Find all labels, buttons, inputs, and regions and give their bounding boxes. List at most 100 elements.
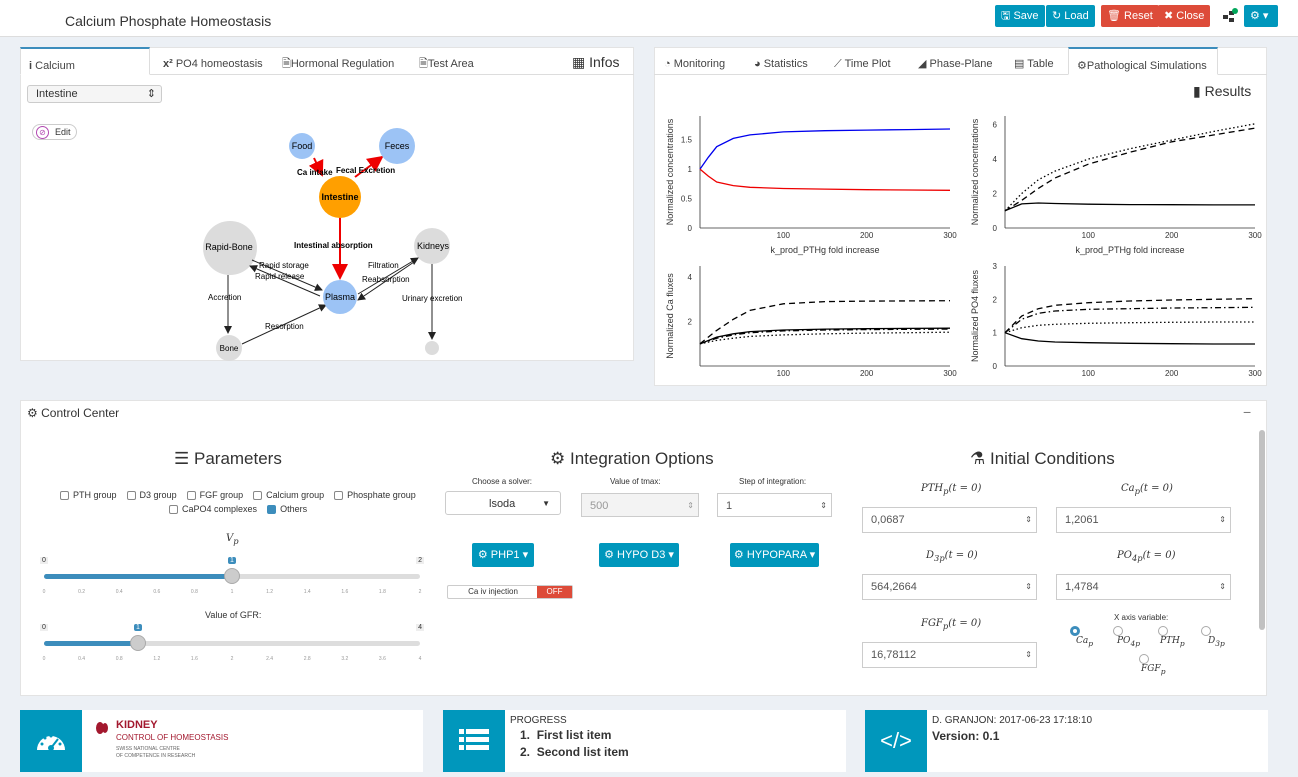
results-charts: 100 200 30000.511.5k_prod_PTHg fold increa…: [665, 116, 1262, 378]
step-input[interactable]: 1 ⇕: [717, 493, 832, 517]
slider-handle[interactable]: [130, 635, 146, 651]
checkbox-fgf-group[interactable]: FGF group: [186, 490, 243, 501]
radio-fgf-p-label: FGFp: [1141, 664, 1166, 676]
gear-icon: ⚙: [477, 549, 488, 561]
hypopara-button[interactable]: ⚙ HYPOPARA ▾: [730, 543, 819, 567]
settings-dropdown-button[interactable]: ⚙ ▾: [1244, 5, 1278, 27]
radio-d3-p[interactable]: [1201, 626, 1211, 636]
slider-gfr-label: Value of GFR:: [205, 610, 262, 620]
tab-table[interactable]: ▤ Table: [1006, 47, 1062, 75]
slider-tick: 0: [42, 656, 46, 662]
checkbox-phosphate-group[interactable]: Phosphate group: [334, 490, 416, 501]
edge-reabsorption: Reabsorption: [362, 275, 410, 284]
group-checkboxes-row2: CaPO4 complexes Others: [169, 504, 307, 515]
progress-item-2: 2. Second list item: [520, 745, 629, 759]
organ-select[interactable]: Intestine ⇕: [27, 85, 162, 103]
chart-1-y-tick: 6: [993, 121, 998, 130]
edge-resorption: Resorption: [265, 322, 304, 331]
xaxis-variable-label: X axis variable:: [1114, 613, 1169, 622]
chart-2-x-tick: 200: [860, 369, 874, 378]
spinner-icon: ⇕: [820, 501, 827, 510]
radio-fgf-p[interactable]: [1139, 654, 1149, 664]
label-plasma: Plasma: [325, 292, 355, 302]
integration-options-title: ⚙ Integration Options: [550, 449, 714, 468]
radio-pth-p[interactable]: [1158, 626, 1168, 636]
slider-handle[interactable]: [224, 568, 240, 584]
chart-1-x-tick: 300: [1248, 231, 1262, 240]
flask-icon: ⚗: [970, 449, 986, 468]
kidney-logo-icon: [95, 720, 109, 736]
checkbox-calcium-group[interactable]: Calcium group: [253, 490, 324, 501]
slider-fill: [44, 641, 138, 646]
sliders-icon: ☰: [174, 449, 190, 468]
tab-po4-homeostasis[interactable]: x² PO4 homeostasis: [155, 47, 271, 75]
chart-1-series-0: [1004, 202, 1255, 212]
edge-fecal-excretion: Fecal Excretion: [336, 166, 395, 175]
solver-select[interactable]: lsoda ▼: [445, 491, 561, 515]
save-button[interactable]: 🖫 Save: [995, 5, 1045, 27]
dashboard-icon: ◔: [664, 58, 671, 70]
scrollbar[interactable]: [1259, 430, 1265, 630]
tab-pathological-simulations[interactable]: ⚙Pathological Simulations: [1068, 47, 1218, 75]
ca-input[interactable]: 1,2061 ⇕: [1056, 507, 1231, 533]
collapse-button[interactable]: −: [1243, 404, 1251, 420]
tab-monitoring[interactable]: ◔ Monitoring: [656, 47, 733, 75]
slider-tick: 0.4: [115, 589, 123, 595]
chart-0-ylabel: Normalized concentrations: [665, 118, 675, 225]
network-status-icon[interactable]: [1222, 8, 1238, 24]
ca-iv-injection-toggle[interactable]: Ca iv injection OFF: [447, 585, 573, 599]
chart-2-series-0: [699, 300, 951, 345]
chart-1-y-tick: 0: [993, 224, 998, 233]
node-urine[interactable]: [425, 341, 439, 355]
edit-button[interactable]: ⊘ Edit: [32, 124, 77, 140]
cogs-icon: ⚙: [550, 449, 566, 468]
tmax-input[interactable]: 500 ⇕: [581, 493, 699, 517]
dashboard-icon-box: [20, 710, 82, 772]
label-kidneys: Kidneys: [417, 241, 450, 251]
checkbox-pth-group[interactable]: PTH group: [60, 490, 117, 501]
pie-chart-icon: ◕: [754, 58, 761, 70]
app-title: Calcium Phosphate Homeostasis: [65, 13, 272, 29]
parameters-title: ☰ Parameters: [174, 449, 282, 468]
radio-po4-p[interactable]: [1113, 626, 1123, 636]
dashboard-icon: [37, 734, 65, 751]
checkbox-others[interactable]: Others: [267, 504, 307, 515]
po4-label: PO4p(t = 0): [1117, 550, 1176, 563]
chart-2-series-3: [699, 331, 951, 345]
chart-3-series-2: [1004, 306, 1256, 334]
po4-input[interactable]: 1,4784 ⇕: [1056, 574, 1231, 600]
logo-line3: SWISS NATIONAL CENTRE: [116, 746, 180, 752]
php1-button[interactable]: ⚙ PHP1 ▾: [472, 543, 534, 567]
reset-button[interactable]: 🗑 Reset: [1101, 5, 1159, 27]
tab-test-area[interactable]: 🗎Test Area: [411, 47, 482, 75]
pth-input[interactable]: 0,0687 ⇕: [862, 507, 1037, 533]
chart-0-x-tick: 100: [777, 231, 791, 240]
hypo-d3-button[interactable]: ⚙ HYPO D3 ▾: [599, 543, 679, 567]
file-icon: 🗎: [419, 58, 428, 70]
spinner-icon: ⇕: [1025, 582, 1032, 591]
tab-time-plot[interactable]: ⟋ Time Plot: [826, 47, 899, 75]
load-button[interactable]: ↻ Load: [1046, 5, 1095, 27]
checkbox-d3-group[interactable]: D3 group: [126, 490, 177, 501]
step-label: Step of integration:: [739, 477, 807, 486]
chart-1-series-2: [1004, 123, 1256, 212]
slider-tick: 0.8: [190, 589, 198, 595]
close-button[interactable]: ✖ Close: [1158, 5, 1211, 27]
fgf-input[interactable]: 16,78112 ⇕: [862, 642, 1037, 668]
radio-ca-p[interactable]: [1070, 626, 1080, 636]
slider-tick: 2: [230, 656, 234, 662]
d3-input[interactable]: 564,2664 ⇕: [862, 574, 1037, 600]
spinner-icon: ⇕: [1219, 515, 1226, 524]
tab-hormonal-regulation[interactable]: 🗎Hormonal Regulation: [274, 47, 402, 75]
list-icon: ▮: [1193, 83, 1201, 99]
chart-3-y-tick: 1: [993, 329, 998, 338]
tab-statistics[interactable]: ◕ Statistics: [746, 47, 816, 75]
ca-label: Cap(t = 0): [1121, 483, 1173, 496]
chart-3-series-3: [1004, 321, 1255, 334]
tab-calcium-homeostasis[interactable]: i Calcium Homeostasis: [20, 47, 150, 106]
slider-vp[interactable]: 0 2 1 0 0.2 0.4 0.6 0.8 1 1.2 1.4 1.6 1.8 2: [40, 557, 424, 601]
checkbox-capo4-complexes[interactable]: CaPO4 complexes: [169, 504, 257, 515]
edge-urinary-excretion: Urinary excretion: [402, 294, 462, 303]
slider-gfr[interactable]: 0 4 1 0 0.4 0.8 1.2 1.6 2 2.4 2.8 3.2 3.6 4: [40, 624, 424, 668]
tab-phase-plane[interactable]: ◢ Phase-Plane: [910, 47, 1001, 75]
